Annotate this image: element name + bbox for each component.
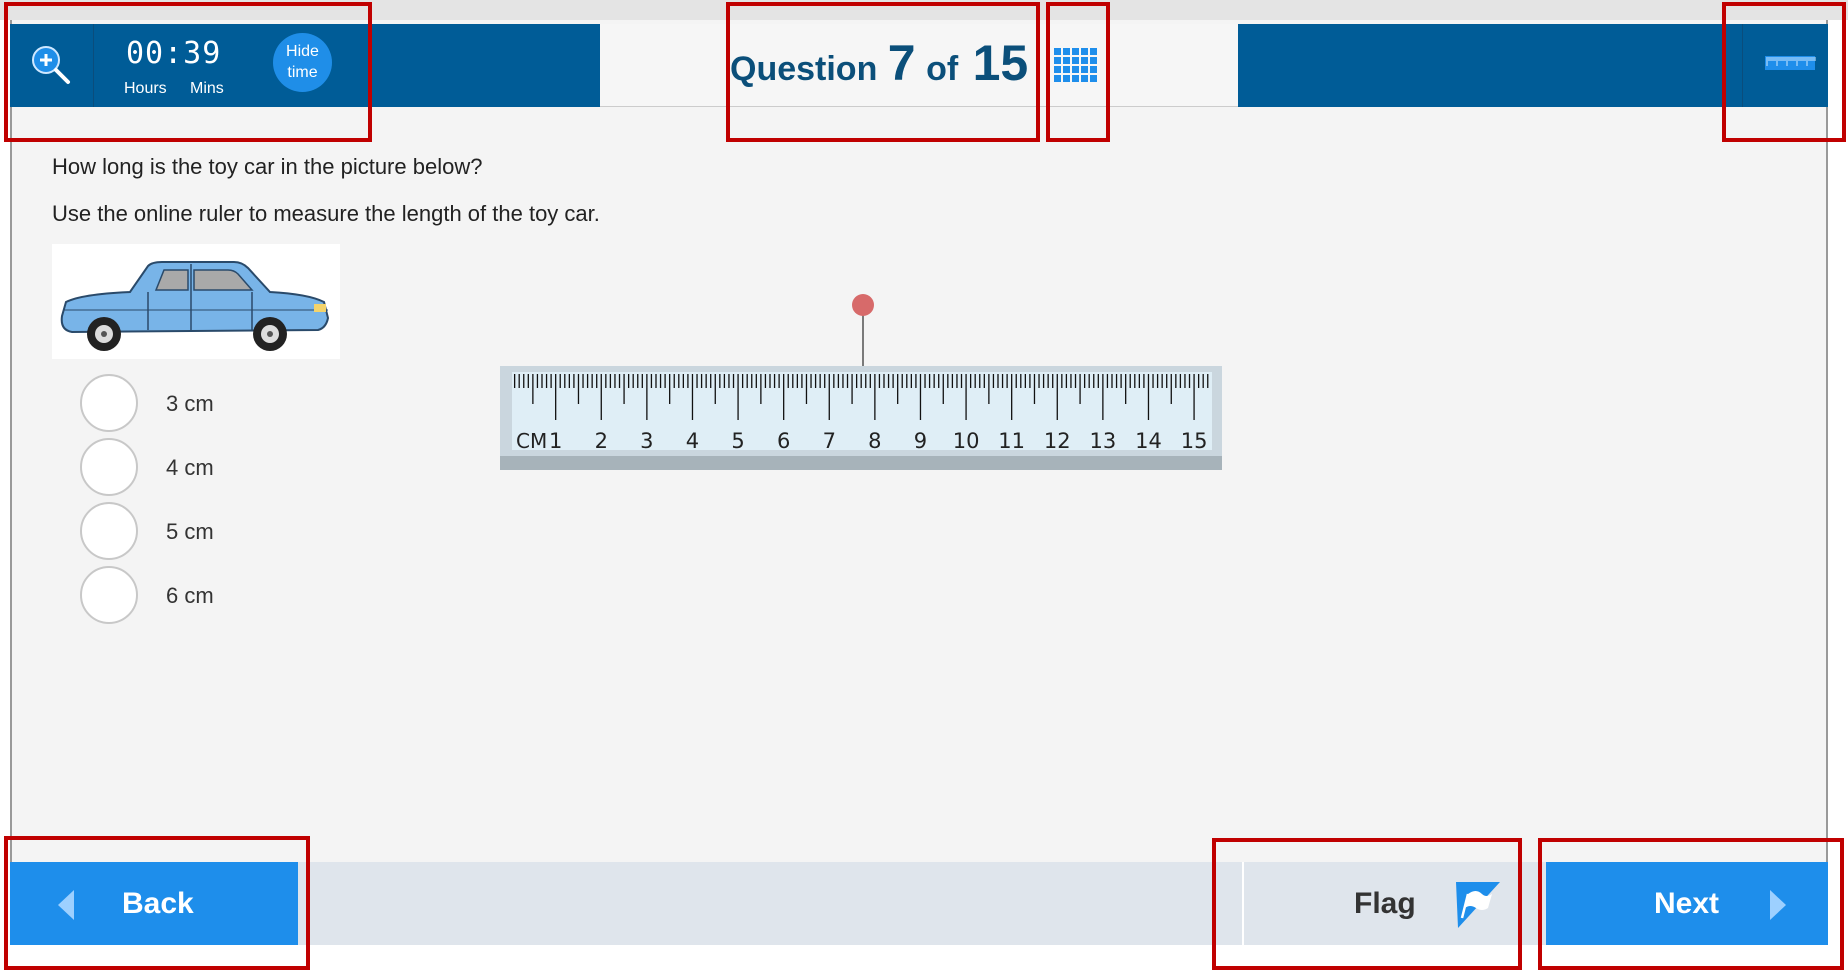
zoom-in-icon xyxy=(32,46,70,84)
ruler-number-12: 12 xyxy=(1044,429,1071,453)
radio-button[interactable] xyxy=(80,374,138,432)
radio-button[interactable] xyxy=(80,566,138,624)
ruler-number-14: 14 xyxy=(1135,429,1162,453)
grid-icon xyxy=(1054,48,1097,82)
arrow-left-icon xyxy=(58,890,74,920)
answer-option-3cm[interactable]: 3 cm xyxy=(80,374,460,432)
answer-option-6cm[interactable]: 6 cm xyxy=(80,566,460,624)
ruler-number-5: 5 xyxy=(731,429,744,453)
ruler-number-13: 13 xyxy=(1090,429,1117,453)
ruler-number-11: 11 xyxy=(998,429,1025,453)
flag-icon xyxy=(1456,882,1500,928)
answer-option-4cm[interactable]: 4 cm xyxy=(80,438,460,496)
next-label: Next xyxy=(1654,887,1720,920)
test-screen: 00:39 Hours Mins Hide time Question 7 of… xyxy=(0,0,1848,972)
ruler-number-2: 2 xyxy=(595,429,608,453)
question-overview-button[interactable] xyxy=(1052,46,1100,86)
back-label: Back xyxy=(122,887,194,920)
hide-time-button[interactable]: Hide time xyxy=(273,33,332,92)
ruler-number-4: 4 xyxy=(686,429,699,453)
zoom-button[interactable] xyxy=(14,24,94,107)
online-ruler[interactable]: CM 1 2 3 4 5 6 7 8 9 10 11 12 13 14 15 xyxy=(498,288,1224,484)
flag-button[interactable]: Flag xyxy=(1242,862,1516,945)
answer-label: 4 cm xyxy=(166,455,214,480)
timer-digits: 00:39 xyxy=(126,36,222,71)
question-word: Question xyxy=(730,50,878,88)
ruler-number-10: 10 xyxy=(953,429,980,453)
ruler-rotate-handle[interactable] xyxy=(852,294,874,316)
ruler-tool-button[interactable] xyxy=(1742,24,1828,107)
question-prompt: How long is the toy car in the picture b… xyxy=(52,154,483,179)
ruler-number-15: 15 xyxy=(1181,429,1208,453)
ruler-number-7: 7 xyxy=(823,429,836,453)
timer-mins-label: Mins xyxy=(190,80,224,97)
ruler-number-8: 8 xyxy=(868,429,881,453)
ruler-number-6: 6 xyxy=(777,429,790,453)
question-number: 7 xyxy=(887,35,916,91)
question-counter: Question 7 of 15 xyxy=(730,34,1028,94)
hide-time-label-line1: Hide xyxy=(286,43,319,60)
timer-hours-label: Hours xyxy=(124,80,167,97)
answer-label: 3 cm xyxy=(166,391,214,416)
radio-button[interactable] xyxy=(80,438,138,496)
toy-car-image xyxy=(52,244,340,359)
answer-label: 6 cm xyxy=(166,583,214,608)
of-word: of xyxy=(926,50,959,88)
arrow-right-icon xyxy=(1770,890,1786,920)
back-button[interactable]: Back xyxy=(10,862,298,945)
timer: 00:39 Hours Mins xyxy=(116,34,246,97)
flag-label: Flag xyxy=(1354,887,1416,920)
answer-label: 5 cm xyxy=(166,519,214,544)
ruler-icon xyxy=(1765,56,1816,70)
window-top-strip xyxy=(0,0,1848,20)
question-total: 15 xyxy=(972,35,1029,91)
ruler-unit-label: CM xyxy=(516,429,547,453)
answer-option-5cm[interactable]: 5 cm xyxy=(80,502,460,560)
radio-button[interactable] xyxy=(80,502,138,560)
ruler-number-9: 9 xyxy=(914,429,927,453)
ruler-number-3: 3 xyxy=(640,429,653,453)
ruler-number-1: 1 xyxy=(549,429,562,453)
question-instruction: Use the online ruler to measure the leng… xyxy=(52,201,600,226)
hide-time-label-line2: time xyxy=(287,64,318,81)
next-button[interactable]: Next xyxy=(1546,862,1828,945)
